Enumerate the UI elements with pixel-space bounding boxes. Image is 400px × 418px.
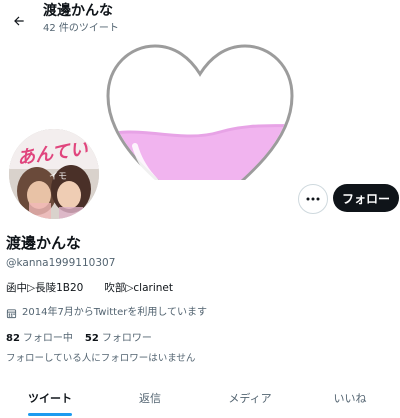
tab-label: 返信 [139, 392, 161, 405]
bio: 函中▷長陵1B20 吹部▷clarinet [6, 282, 173, 294]
followers-label: フォロワー [101, 333, 152, 344]
more-button[interactable] [298, 184, 328, 214]
joined-text: 2014年7月からTwitterを利用しています [22, 307, 208, 318]
follow-stats: 82 フォロー中 52 フォロワー [6, 332, 152, 346]
tab-replies[interactable]: 返信 [100, 378, 200, 418]
active-tab-indicator [28, 413, 72, 416]
tab-likes[interactable]: いいね [300, 378, 400, 418]
tab-tweets[interactable]: ツイート [0, 378, 100, 418]
tab-label: いいね [333, 392, 367, 405]
back-button[interactable] [4, 6, 34, 36]
followers-count: 52 [84, 333, 99, 344]
ellipsis-icon [306, 197, 320, 201]
tweet-count: 42 件のツイート [43, 23, 119, 34]
followers-link[interactable]: 52 フォロワー [85, 332, 152, 346]
handle: @kanna1999110307 [6, 257, 116, 269]
calendar-icon [6, 308, 17, 318]
tab-label: メディア [228, 392, 272, 405]
following-label: フォロー中 [22, 333, 73, 344]
mutual-followers-note: フォローしている人にフォロワーはいません [6, 353, 196, 364]
top-bar: 渡邊かんな 42 件のツイート [0, 0, 400, 44]
avatar-photo: あんてい イモ [9, 129, 99, 219]
following-link[interactable]: 82 フォロー中 [6, 332, 73, 346]
svg-text:イモ: イモ [49, 172, 67, 182]
profile-avatar[interactable]: あんてい イモ [6, 126, 102, 222]
follow-button[interactable]: フォロー [333, 184, 399, 212]
profile-tabs: ツイート 返信 メディア いいね [0, 378, 400, 418]
display-name: 渡邊かんな [6, 234, 82, 252]
tab-media[interactable]: メディア [200, 378, 300, 418]
arrow-left-icon [14, 16, 24, 26]
joined-date: 2014年7月からTwitterを利用しています [6, 306, 207, 320]
heart-illustration [106, 44, 294, 180]
tab-label: ツイート [28, 392, 72, 405]
following-count: 82 [6, 333, 20, 344]
header-name: 渡邊かんな [43, 3, 113, 19]
